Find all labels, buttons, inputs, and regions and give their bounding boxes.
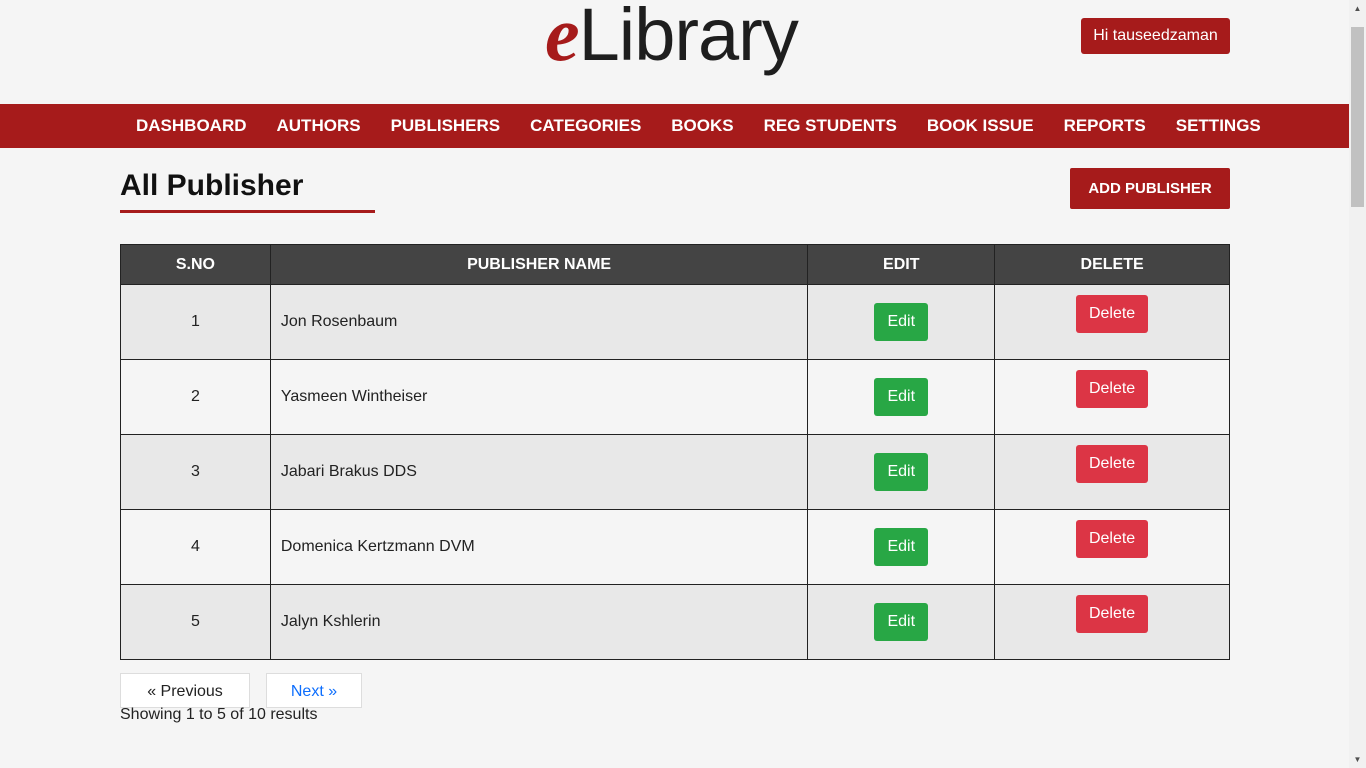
row-edit-cell: Edit xyxy=(807,359,996,435)
delete-button[interactable]: Delete xyxy=(1076,370,1149,408)
row-sno: 3 xyxy=(120,434,271,510)
table-row: 3 Jabari Brakus DDS Edit Delete xyxy=(120,434,1230,510)
pagination-next-button[interactable]: Next » xyxy=(266,673,362,708)
edit-button[interactable]: Edit xyxy=(874,453,929,491)
delete-button[interactable]: Delete xyxy=(1076,520,1149,558)
main-nav: DASHBOARD AUTHORS PUBLISHERS CATEGORIES … xyxy=(0,104,1349,148)
delete-button[interactable]: Delete xyxy=(1076,445,1149,483)
edit-button[interactable]: Edit xyxy=(874,603,929,641)
row-sno: 5 xyxy=(120,584,271,660)
row-publisher-name: Domenica Kertzmann DVM xyxy=(269,509,809,585)
row-publisher-name: Jalyn Kshlerin xyxy=(269,584,809,660)
row-sno: 2 xyxy=(120,359,271,435)
pagination-previous-button[interactable]: « Previous xyxy=(120,673,250,708)
publishers-table: S.NO PUBLISHER NAME EDIT DELETE 1 Jon Ro… xyxy=(120,244,1230,660)
page: eLibrary Hi tauseedzaman DASHBOARD AUTHO… xyxy=(0,0,1366,768)
nav-item-books[interactable]: BOOKS xyxy=(656,104,748,148)
row-sno: 4 xyxy=(120,509,271,585)
row-publisher-name: Yasmeen Wintheiser xyxy=(269,359,809,435)
row-delete-cell: Delete xyxy=(994,359,1230,435)
nav-item-settings[interactable]: SETTINGS xyxy=(1161,104,1276,148)
row-publisher-name: Jabari Brakus DDS xyxy=(269,434,809,510)
vertical-scrollbar[interactable]: ▲ ▼ xyxy=(1349,0,1366,768)
header-sno: S.NO xyxy=(120,244,271,285)
row-sno: 1 xyxy=(120,284,271,360)
nav-item-reports[interactable]: REPORTS xyxy=(1049,104,1161,148)
row-publisher-name: Jon Rosenbaum xyxy=(269,284,809,360)
header-publisher-name: PUBLISHER NAME xyxy=(269,244,809,285)
edit-button[interactable]: Edit xyxy=(874,528,929,566)
table-row: 1 Jon Rosenbaum Edit Delete xyxy=(120,284,1230,360)
scrollbar-thumb[interactable] xyxy=(1351,27,1364,207)
row-delete-cell: Delete xyxy=(994,509,1230,585)
nav-item-authors[interactable]: AUTHORS xyxy=(262,104,376,148)
table-header-row: S.NO PUBLISHER NAME EDIT DELETE xyxy=(120,244,1230,285)
table-row: 5 Jalyn Kshlerin Edit Delete xyxy=(120,584,1230,660)
results-summary: Showing 1 to 5 of 10 results xyxy=(120,706,318,723)
edit-button[interactable]: Edit xyxy=(874,303,929,341)
nav-item-book-issue[interactable]: BOOK ISSUE xyxy=(912,104,1049,148)
site-header: eLibrary Hi tauseedzaman xyxy=(0,0,1349,104)
user-menu-button[interactable]: Hi tauseedzaman xyxy=(1081,18,1230,54)
title-underline xyxy=(120,210,375,213)
delete-button[interactable]: Delete xyxy=(1076,595,1149,633)
add-publisher-button[interactable]: ADD PUBLISHER xyxy=(1070,168,1230,209)
nav-item-publishers[interactable]: PUBLISHERS xyxy=(376,104,516,148)
scroll-down-arrow-icon[interactable]: ▼ xyxy=(1349,751,1366,768)
edit-button[interactable]: Edit xyxy=(874,378,929,416)
nav-item-dashboard[interactable]: DASHBOARD xyxy=(121,104,262,148)
elibrary-logo[interactable]: eLibrary xyxy=(545,0,799,77)
table-row: 2 Yasmeen Wintheiser Edit Delete xyxy=(120,359,1230,435)
page-title: All Publisher xyxy=(120,169,304,202)
row-delete-cell: Delete xyxy=(994,434,1230,510)
nav-item-categories[interactable]: CATEGORIES xyxy=(515,104,656,148)
row-edit-cell: Edit xyxy=(807,434,996,510)
row-edit-cell: Edit xyxy=(807,284,996,360)
nav-item-reg-students[interactable]: REG STUDENTS xyxy=(749,104,912,148)
row-edit-cell: Edit xyxy=(807,509,996,585)
row-delete-cell: Delete xyxy=(994,284,1230,360)
nav-list: DASHBOARD AUTHORS PUBLISHERS CATEGORIES … xyxy=(121,104,1276,148)
logo-text: Library xyxy=(578,0,799,76)
header-edit: EDIT xyxy=(807,244,996,285)
logo-e: e xyxy=(545,0,580,77)
row-delete-cell: Delete xyxy=(994,584,1230,660)
header-delete: DELETE xyxy=(994,244,1230,285)
row-edit-cell: Edit xyxy=(807,584,996,660)
table-row: 4 Domenica Kertzmann DVM Edit Delete xyxy=(120,509,1230,585)
delete-button[interactable]: Delete xyxy=(1076,295,1149,333)
scroll-up-arrow-icon[interactable]: ▲ xyxy=(1349,0,1366,17)
